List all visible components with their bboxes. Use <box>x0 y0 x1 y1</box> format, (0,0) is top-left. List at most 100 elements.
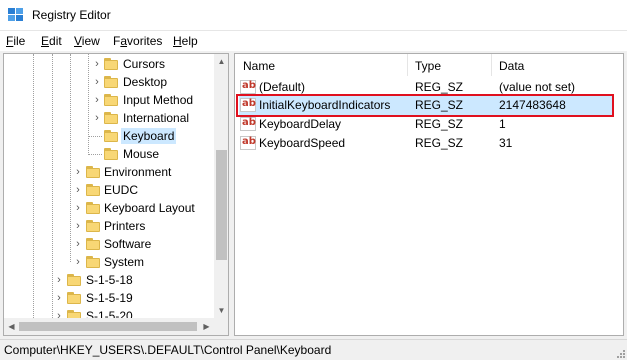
tree-guide <box>52 54 53 318</box>
folder-icon <box>86 184 100 196</box>
scroll-down-arrow-icon[interactable]: ▼ <box>214 303 228 318</box>
menu-edit[interactable]: Edit <box>41 34 62 48</box>
tree-node-desktop[interactable]: Desktop <box>121 74 169 90</box>
tree-guide <box>88 54 89 153</box>
folder-icon <box>104 94 118 106</box>
value-name: KeyboardSpeed <box>259 136 346 150</box>
tree-node-input-method[interactable]: Input Method <box>121 92 195 108</box>
tree-node-keyboard-layout[interactable]: Keyboard Layout <box>102 200 197 216</box>
tree-node-software[interactable]: Software <box>102 236 153 252</box>
folder-icon <box>86 220 100 232</box>
string-value-icon-glyph: ab <box>242 136 256 147</box>
expand-chevron-icon[interactable]: › <box>73 221 83 232</box>
content-area: › Cursors › Desktop › Input Method › Int… <box>0 51 627 339</box>
tree-node-cursors[interactable]: Cursors <box>121 56 167 72</box>
expand-chevron-icon[interactable]: › <box>92 95 102 106</box>
current-key-path: Computer\HKEY_USERS\.DEFAULT\Control Pan… <box>4 343 332 357</box>
status-bar: Computer\HKEY_USERS\.DEFAULT\Control Pan… <box>0 339 627 360</box>
folder-icon <box>104 76 118 88</box>
window-title: Registry Editor <box>32 8 111 22</box>
string-value-icon: ab <box>240 136 256 150</box>
column-divider[interactable] <box>491 54 492 76</box>
tree-node-sid-19[interactable]: S-1-5-19 <box>84 290 135 306</box>
scroll-right-arrow-icon[interactable]: ▶ <box>199 318 214 335</box>
string-value-icon-glyph: ab <box>242 80 256 91</box>
expand-chevron-icon[interactable]: › <box>73 185 83 196</box>
menu-edit-rest: dit <box>49 34 62 48</box>
expand-chevron-icon[interactable]: › <box>92 77 102 88</box>
value-row[interactable]: ab KeyboardDelay REG_SZ 1 <box>235 115 623 134</box>
scroll-up-arrow-icon[interactable]: ▲ <box>214 54 228 69</box>
column-header-type[interactable]: Type <box>415 59 441 73</box>
tree-vertical-scrollbar[interactable]: ▲ ▼ <box>214 54 228 318</box>
string-value-icon: ab <box>240 80 256 94</box>
resize-grip-icon[interactable] <box>615 348 625 358</box>
menu-help-accel: H <box>173 34 182 48</box>
value-data: 1 <box>499 117 506 131</box>
folder-icon <box>86 238 100 250</box>
expand-chevron-icon[interactable]: › <box>73 203 83 214</box>
title-bar: Registry Editor <box>0 0 627 31</box>
tree-guide <box>70 54 71 262</box>
folder-icon <box>86 256 100 268</box>
scroll-left-arrow-icon[interactable]: ◀ <box>4 318 19 335</box>
tree-node-keyboard[interactable]: Keyboard <box>121 128 177 144</box>
expand-chevron-icon[interactable]: › <box>73 257 83 268</box>
tree-vertical-scroll-thumb[interactable] <box>216 150 227 260</box>
folder-icon <box>86 166 100 178</box>
tree-node-environment[interactable]: Environment <box>102 164 173 180</box>
tree-guide <box>88 136 102 137</box>
value-data: 31 <box>499 136 513 150</box>
expand-chevron-icon[interactable]: › <box>73 239 83 250</box>
string-value-icon: ab <box>240 117 256 131</box>
key-tree: › Cursors › Desktop › Input Method › Int… <box>4 54 214 318</box>
value-data: (value not set) <box>499 80 576 94</box>
key-tree-pane[interactable]: › Cursors › Desktop › Input Method › Int… <box>3 53 229 336</box>
column-header-name[interactable]: Name <box>243 59 275 73</box>
menu-favorites-rest: vorites <box>127 34 163 48</box>
value-name: KeyboardDelay <box>259 117 342 131</box>
menu-view-rest: iew <box>81 34 100 48</box>
tree-node-mouse[interactable]: Mouse <box>121 146 161 162</box>
folder-icon <box>86 202 100 214</box>
tree-guide <box>33 54 34 318</box>
menu-help-rest: elp <box>181 34 198 48</box>
menu-view[interactable]: View <box>74 34 100 48</box>
menu-file[interactable]: File <box>6 34 25 48</box>
expand-chevron-icon[interactable]: › <box>92 113 102 124</box>
folder-icon <box>104 148 118 160</box>
column-header-data[interactable]: Data <box>499 59 524 73</box>
menu-bar: File Edit View Favorites Help <box>0 31 627 51</box>
values-list-pane[interactable]: Name Type Data ab (Default) REG_SZ (valu… <box>234 53 624 336</box>
tree-node-sid-18[interactable]: S-1-5-18 <box>84 272 135 288</box>
menu-favorites[interactable]: Favorites <box>113 34 162 48</box>
tree-horizontal-scrollbar[interactable]: ◀ ▶ <box>4 318 214 335</box>
red-annotation-box <box>236 94 614 117</box>
tree-node-sid-20[interactable]: S-1-5-20 <box>84 308 135 318</box>
value-type: REG_SZ <box>415 136 464 150</box>
tree-node-printers[interactable]: Printers <box>102 218 147 234</box>
folder-icon <box>67 274 81 286</box>
menu-file-rest: ile <box>13 34 26 48</box>
folder-icon <box>67 310 81 318</box>
folder-icon <box>67 292 81 304</box>
expand-chevron-icon[interactable]: › <box>92 59 102 70</box>
folder-icon <box>104 58 118 70</box>
expand-chevron-icon[interactable]: › <box>73 167 83 178</box>
tree-node-eudc[interactable]: EUDC <box>102 182 140 198</box>
registry-editor-icon <box>8 8 23 21</box>
tree-node-system[interactable]: System <box>102 254 146 270</box>
tree-node-international[interactable]: International <box>121 110 191 126</box>
tree-horizontal-scroll-thumb[interactable] <box>19 322 197 331</box>
expand-chevron-icon[interactable]: › <box>54 275 64 286</box>
menu-edit-accel: E <box>41 34 50 48</box>
value-name: (Default) <box>259 80 306 94</box>
expand-chevron-icon[interactable]: › <box>54 311 64 319</box>
expand-chevron-icon[interactable]: › <box>54 293 64 304</box>
menu-help[interactable]: Help <box>173 34 198 48</box>
folder-icon <box>104 112 118 124</box>
value-row[interactable]: ab KeyboardSpeed REG_SZ 31 <box>235 134 623 153</box>
scroll-corner <box>214 318 228 335</box>
column-divider[interactable] <box>407 54 408 76</box>
menu-view-accel: V <box>74 34 82 48</box>
